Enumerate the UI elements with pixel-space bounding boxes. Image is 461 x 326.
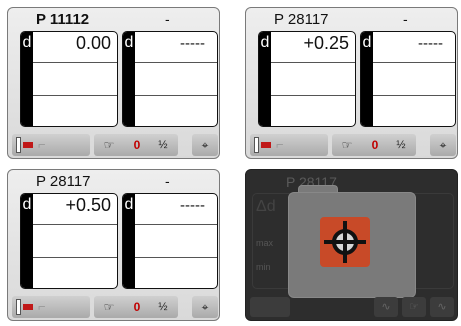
hand-icon[interactable]: ☞ [336, 136, 358, 154]
toolbar-middle-group: ☞ 0 ½ [94, 296, 178, 318]
right-display-panel[interactable]: d ----- [122, 31, 218, 127]
toolbar-right-group: ⌖ [430, 134, 456, 156]
hand-icon[interactable]: ☞ [98, 136, 120, 154]
title-row: P 11112 - [8, 11, 219, 29]
left-label: d [260, 34, 270, 51]
exit-door-icon[interactable] [254, 137, 271, 153]
separator: - [165, 11, 170, 27]
min-label: min [256, 262, 271, 272]
wave-icon: ∿ [430, 297, 454, 317]
program-name: P 28117 [274, 11, 329, 28]
toolbar-middle-group: ☞ 0 ½ [332, 134, 416, 156]
crosshair-icon[interactable]: ⌖ [432, 136, 454, 154]
title-row: P 28117 - [8, 173, 219, 191]
max-label: max [256, 238, 274, 248]
screen-4: P 28117 Δd max min ∿ ☞ ∿ [245, 169, 458, 321]
toolbar: ⌐ ☞ 0 ½ ⌖ [8, 132, 219, 158]
half-button[interactable]: ½ [152, 136, 174, 154]
program-name: P 28117 [36, 173, 91, 190]
right-display-panel[interactable]: d ----- [122, 193, 218, 289]
divider [135, 62, 217, 63]
zero-button[interactable]: 0 [364, 136, 386, 154]
target-icon[interactable] [320, 217, 370, 267]
divider [271, 95, 355, 96]
right-label: d [362, 34, 372, 51]
left-display-panel[interactable]: d +0.50 [20, 193, 118, 289]
toolbar-left-group: ⌐ [12, 134, 90, 156]
right-value: ----- [418, 35, 443, 52]
dimmed-toolbar: ∿ ☞ ∿ [246, 294, 457, 320]
half-button[interactable]: ½ [390, 136, 412, 154]
right-display-panel[interactable]: d ----- [360, 31, 456, 127]
divider [135, 95, 217, 96]
left-label: d [22, 196, 32, 213]
toolbar-left-group: ⌐ [12, 296, 90, 318]
hand-icon[interactable]: ☞ [98, 298, 120, 316]
right-value: ----- [180, 197, 205, 214]
probe-icon[interactable]: ⌐ [38, 299, 54, 315]
crosshair-icon[interactable]: ⌖ [194, 298, 216, 316]
divider [135, 257, 217, 258]
left-display-panel[interactable]: d +0.25 [258, 31, 356, 127]
divider [33, 257, 117, 258]
zero-button[interactable]: 0 [126, 298, 148, 316]
screen-1: P 11112 - d 0.00 d ----- ⌐ ☞ 0 ½ ⌖ [7, 7, 220, 159]
divider [373, 62, 455, 63]
divider [271, 62, 355, 63]
title-row: P 28117 - [246, 11, 457, 29]
toolbar-left-group: ⌐ [250, 134, 328, 156]
exit-door-icon[interactable] [16, 137, 33, 153]
zero-button[interactable]: 0 [126, 136, 148, 154]
exit-door-icon [250, 297, 290, 317]
right-value: ----- [180, 35, 205, 52]
toolbar: ⌐ ☞ 0 ½ ⌖ [246, 132, 457, 158]
screen-3: P 28117 - d +0.50 d ----- ⌐ ☞ 0 ½ ⌖ [7, 169, 220, 321]
separator: - [403, 11, 408, 27]
left-label: d [22, 34, 32, 51]
left-display-panel[interactable]: d 0.00 [20, 31, 118, 127]
divider [33, 224, 117, 225]
toolbar: ⌐ ☞ 0 ½ ⌖ [8, 294, 219, 320]
separator: - [165, 173, 170, 189]
hand-icon: ☞ [402, 297, 426, 317]
divider [33, 95, 117, 96]
divider [373, 95, 455, 96]
screen-2: P 28117 - d +0.25 d ----- ⌐ ☞ 0 ½ ⌖ [245, 7, 458, 159]
crosshair-icon[interactable]: ⌖ [194, 136, 216, 154]
left-value: 0.00 [75, 33, 111, 53]
exit-door-icon[interactable] [16, 299, 33, 315]
toolbar-right-group: ⌖ [192, 134, 218, 156]
right-label: d [124, 196, 134, 213]
divider [33, 62, 117, 63]
divider [135, 224, 217, 225]
crosshair-vertical [343, 221, 347, 263]
probe-icon[interactable]: ⌐ [276, 137, 292, 153]
wave-icon: ∿ [374, 297, 398, 317]
toolbar-middle-group: ☞ 0 ½ [94, 134, 178, 156]
left-value: +0.25 [303, 33, 349, 53]
half-button[interactable]: ½ [152, 298, 174, 316]
right-label: d [124, 34, 134, 51]
probe-icon[interactable]: ⌐ [38, 137, 54, 153]
left-value: +0.50 [65, 195, 111, 215]
toolbar-right-group: ⌖ [192, 296, 218, 318]
program-name: P 11112 [36, 11, 90, 28]
delta-label: Δd [256, 198, 276, 215]
